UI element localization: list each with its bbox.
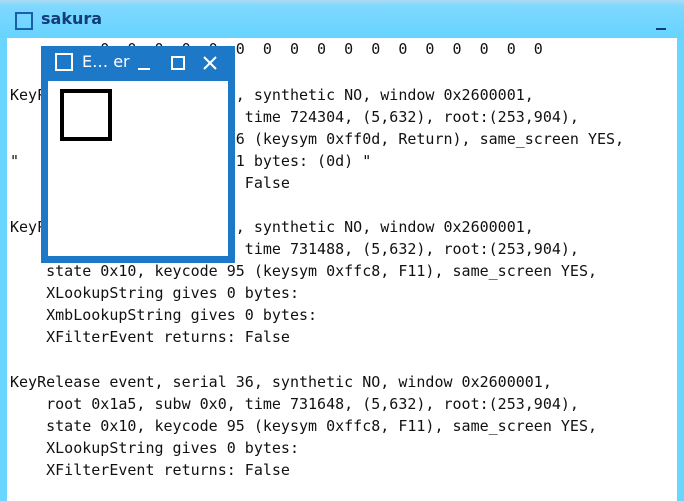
event-tester-title: E… er [82, 52, 130, 71]
minimize-icon-glyph [138, 68, 150, 70]
terminal-line: XFilterEvent returns: False [10, 328, 290, 346]
sakura-titlebar[interactable]: sakura [0, 0, 684, 38]
terminal-line: state 0x10, keycode 95 (keysym 0xffc8, F… [10, 417, 597, 435]
maximize-icon-glyph [171, 56, 185, 70]
sakura-title: sakura [41, 9, 103, 28]
window-icon [55, 53, 73, 71]
event-tester-window[interactable]: E… er [41, 46, 235, 263]
window-icon [15, 12, 33, 30]
sakura-frame-right[interactable] [677, 38, 684, 501]
sakura-window: sakura 0 0 0 0 0 0 0 0 0 0 0 0 0 0 0 0 0… [0, 0, 684, 501]
terminal-line: XLookupString gives 0 bytes: [10, 284, 299, 302]
event-tester-content[interactable] [48, 81, 228, 256]
minimize-icon[interactable] [137, 55, 151, 70]
sakura-frame-left [0, 38, 7, 501]
event-inner-window[interactable] [60, 89, 112, 141]
terminal-line: XmbLookupString gives 0 bytes: [10, 306, 318, 324]
close-icon[interactable] [652, 15, 668, 31]
terminal-line: root 0x1a5, subw 0x0, time 731648, (5,63… [10, 395, 579, 413]
maximize-icon[interactable] [171, 55, 185, 70]
terminal-line: KeyRelease event, serial 36, synthetic N… [10, 373, 552, 391]
terminal-line: XFilterEvent returns: False [10, 461, 290, 479]
terminal-line: state 0x10, keycode 95 (keysym 0xffc8, F… [10, 262, 597, 280]
close-icon-glyph [203, 56, 217, 70]
terminal-line: XLookupString gives 0 bytes: [10, 439, 299, 457]
close-icon-glyph [656, 28, 666, 30]
close-icon[interactable] [203, 55, 217, 70]
